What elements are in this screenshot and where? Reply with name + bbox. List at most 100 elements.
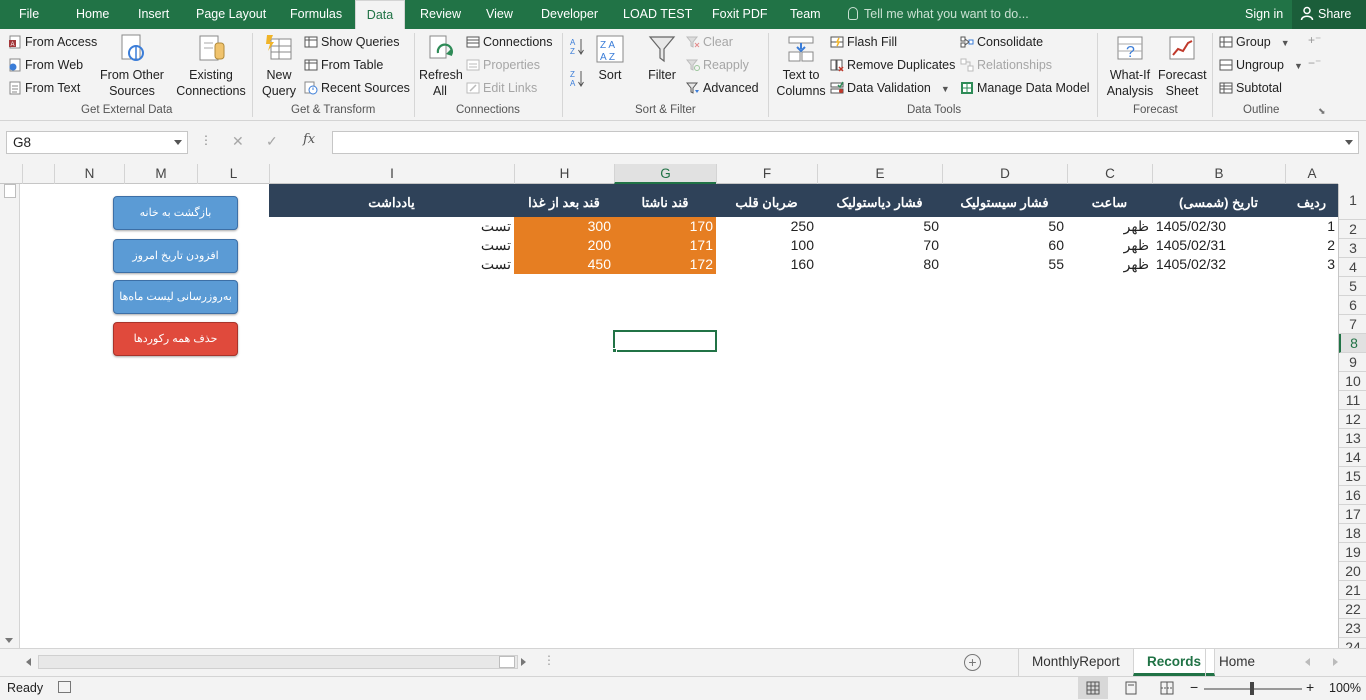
column-header-h[interactable]: H: [514, 164, 614, 184]
from-other-sources-button[interactable]: From Other Sources: [100, 33, 164, 99]
row-header-15[interactable]: 15: [1339, 467, 1366, 486]
row-header-17[interactable]: 17: [1339, 505, 1366, 524]
column-header-f[interactable]: F: [716, 164, 817, 184]
cell-a3[interactable]: 2: [1285, 236, 1338, 255]
tab-insert[interactable]: Insert: [138, 0, 169, 29]
edit-links-button[interactable]: Edit Links: [466, 78, 537, 98]
row-header-3[interactable]: 3: [1339, 239, 1366, 258]
header-notes[interactable]: یادداشت: [269, 184, 514, 217]
worksheet-grid[interactable]: N M L I H G F E D C B A 1 2 3 4 5 6 7 8 9 10 11 12 1…: [0, 164, 1366, 648]
row-header-18[interactable]: 18: [1339, 524, 1366, 543]
column-header-partial[interactable]: [22, 164, 54, 184]
show-queries-button[interactable]: Show Queries: [304, 32, 400, 52]
splitter-handle[interactable]: ⋮: [543, 653, 555, 667]
column-header-c[interactable]: C: [1067, 164, 1152, 184]
row-header-19[interactable]: 19: [1339, 543, 1366, 562]
group-button[interactable]: Group ▼: [1219, 32, 1290, 52]
scroll-down-icon[interactable]: [5, 638, 13, 643]
text-to-columns-button[interactable]: Text to Columns: [775, 33, 827, 99]
page-layout-view-button[interactable]: [1124, 681, 1138, 698]
tab-team[interactable]: Team: [790, 0, 821, 29]
sheet-tab-records[interactable]: Records: [1133, 649, 1216, 676]
sheet-tab-monthlyreport[interactable]: MonthlyReport: [1018, 649, 1133, 676]
cell-f4[interactable]: 160: [716, 255, 817, 274]
row-header-12[interactable]: 12: [1339, 410, 1366, 429]
tab-file[interactable]: File: [19, 0, 39, 29]
manage-data-model-button[interactable]: Manage Data Model: [960, 78, 1090, 98]
zoom-slider[interactable]: [1204, 682, 1302, 695]
dialog-launcher-icon[interactable]: ⬊: [1318, 101, 1326, 121]
cancel-icon[interactable]: ✕: [232, 133, 244, 150]
consolidate-button[interactable]: Consolidate: [960, 32, 1043, 52]
header-fasting-sugar[interactable]: قند ناشتا: [614, 184, 716, 217]
filter-button[interactable]: Filter: [645, 33, 679, 83]
what-if-analysis-button[interactable]: ? What-If Analysis: [1102, 33, 1158, 99]
cell-g3[interactable]: 171: [614, 236, 716, 255]
cell-g4[interactable]: 172: [614, 255, 716, 274]
tab-load-test[interactable]: LOAD TEST: [623, 0, 692, 29]
sign-in-link[interactable]: Sign in: [1245, 0, 1283, 29]
column-header-e[interactable]: E: [817, 164, 942, 184]
data-validation-button[interactable]: Data Validation ▼: [830, 78, 950, 98]
cell-h3[interactable]: 200: [514, 236, 614, 255]
zoom-slider-knob[interactable]: [1250, 682, 1254, 695]
zoom-level[interactable]: 100%: [1329, 681, 1361, 695]
cell-d4[interactable]: 55: [942, 255, 1067, 274]
cell-h2[interactable]: 300: [514, 217, 614, 236]
share-button[interactable]: Share: [1292, 0, 1366, 29]
hide-detail-icon[interactable]: −⁻: [1308, 53, 1321, 73]
scroll-right-icon[interactable]: [521, 658, 526, 666]
row-header-9[interactable]: 9: [1339, 353, 1366, 372]
row-header-8[interactable]: 8: [1339, 334, 1366, 353]
column-header-g[interactable]: G: [614, 164, 716, 184]
normal-view-button[interactable]: [1078, 677, 1108, 699]
header-heart-rate[interactable]: ضربان قلب: [716, 184, 817, 217]
reapply-button[interactable]: Reapply: [686, 55, 749, 75]
from-access-button[interactable]: A From Access: [8, 32, 97, 52]
zoom-out-icon[interactable]: −: [1190, 679, 1198, 695]
zoom-in-icon[interactable]: +: [1306, 679, 1314, 695]
row-header-21[interactable]: 21: [1339, 581, 1366, 600]
cell-h4[interactable]: 450: [514, 255, 614, 274]
sort-a-z-button[interactable]: AZ: [570, 37, 587, 57]
cell-c2[interactable]: ظهر: [1067, 217, 1152, 236]
from-web-button[interactable]: From Web: [8, 55, 83, 75]
cell-i2[interactable]: تست: [269, 217, 514, 236]
update-months-button[interactable]: بەروزرسانی لیست ماەها: [113, 280, 238, 314]
clear-filter-button[interactable]: Clear: [686, 32, 733, 52]
row-header-6[interactable]: 6: [1339, 296, 1366, 315]
new-query-button[interactable]: New Query: [256, 33, 302, 99]
tab-data[interactable]: Data: [355, 0, 405, 29]
row-header-10[interactable]: 10: [1339, 372, 1366, 391]
tab-view[interactable]: View: [486, 0, 513, 29]
cell-c4[interactable]: ظهر: [1067, 255, 1152, 274]
header-diastolic[interactable]: فشار دیاستولیک: [817, 184, 942, 217]
sheet-tab-home[interactable]: Home: [1205, 649, 1268, 676]
header-time[interactable]: ساعت: [1067, 184, 1152, 217]
active-cell-g8[interactable]: [612, 330, 717, 353]
tab-foxit-pdf[interactable]: Foxit PDF: [712, 0, 768, 29]
back-home-button[interactable]: بازگشت به خانه: [113, 196, 238, 230]
existing-connections-button[interactable]: Existing Connections: [176, 33, 246, 99]
show-detail-icon[interactable]: +⁻: [1308, 30, 1321, 50]
page-break-view-button[interactable]: [1160, 681, 1174, 698]
delete-all-records-button[interactable]: حذف همه رکوردها: [113, 322, 238, 356]
cell-e4[interactable]: 80: [817, 255, 942, 274]
scroll-left-icon[interactable]: [26, 658, 31, 666]
column-header-a[interactable]: A: [1285, 164, 1338, 184]
column-header-d[interactable]: D: [942, 164, 1067, 184]
header-radif[interactable]: ردیف: [1285, 184, 1338, 217]
column-header-n[interactable]: N: [54, 164, 124, 184]
recent-sources-button[interactable]: Recent Sources: [304, 78, 410, 98]
header-date[interactable]: تاریخ (شمسی): [1152, 184, 1285, 217]
cell-e3[interactable]: 70: [817, 236, 942, 255]
tell-me-search[interactable]: Tell me what you want to do...: [848, 0, 1029, 29]
row-header-1[interactable]: 1: [1339, 182, 1366, 220]
tab-home[interactable]: Home: [76, 0, 109, 29]
cell-b3[interactable]: 1405/02/31: [1152, 236, 1285, 255]
row-header-2[interactable]: 2: [1339, 220, 1366, 239]
tab-formulas[interactable]: Formulas: [290, 0, 342, 29]
row-header-22[interactable]: 22: [1339, 600, 1366, 619]
from-text-button[interactable]: From Text: [8, 78, 80, 98]
name-box[interactable]: G8: [6, 131, 188, 154]
